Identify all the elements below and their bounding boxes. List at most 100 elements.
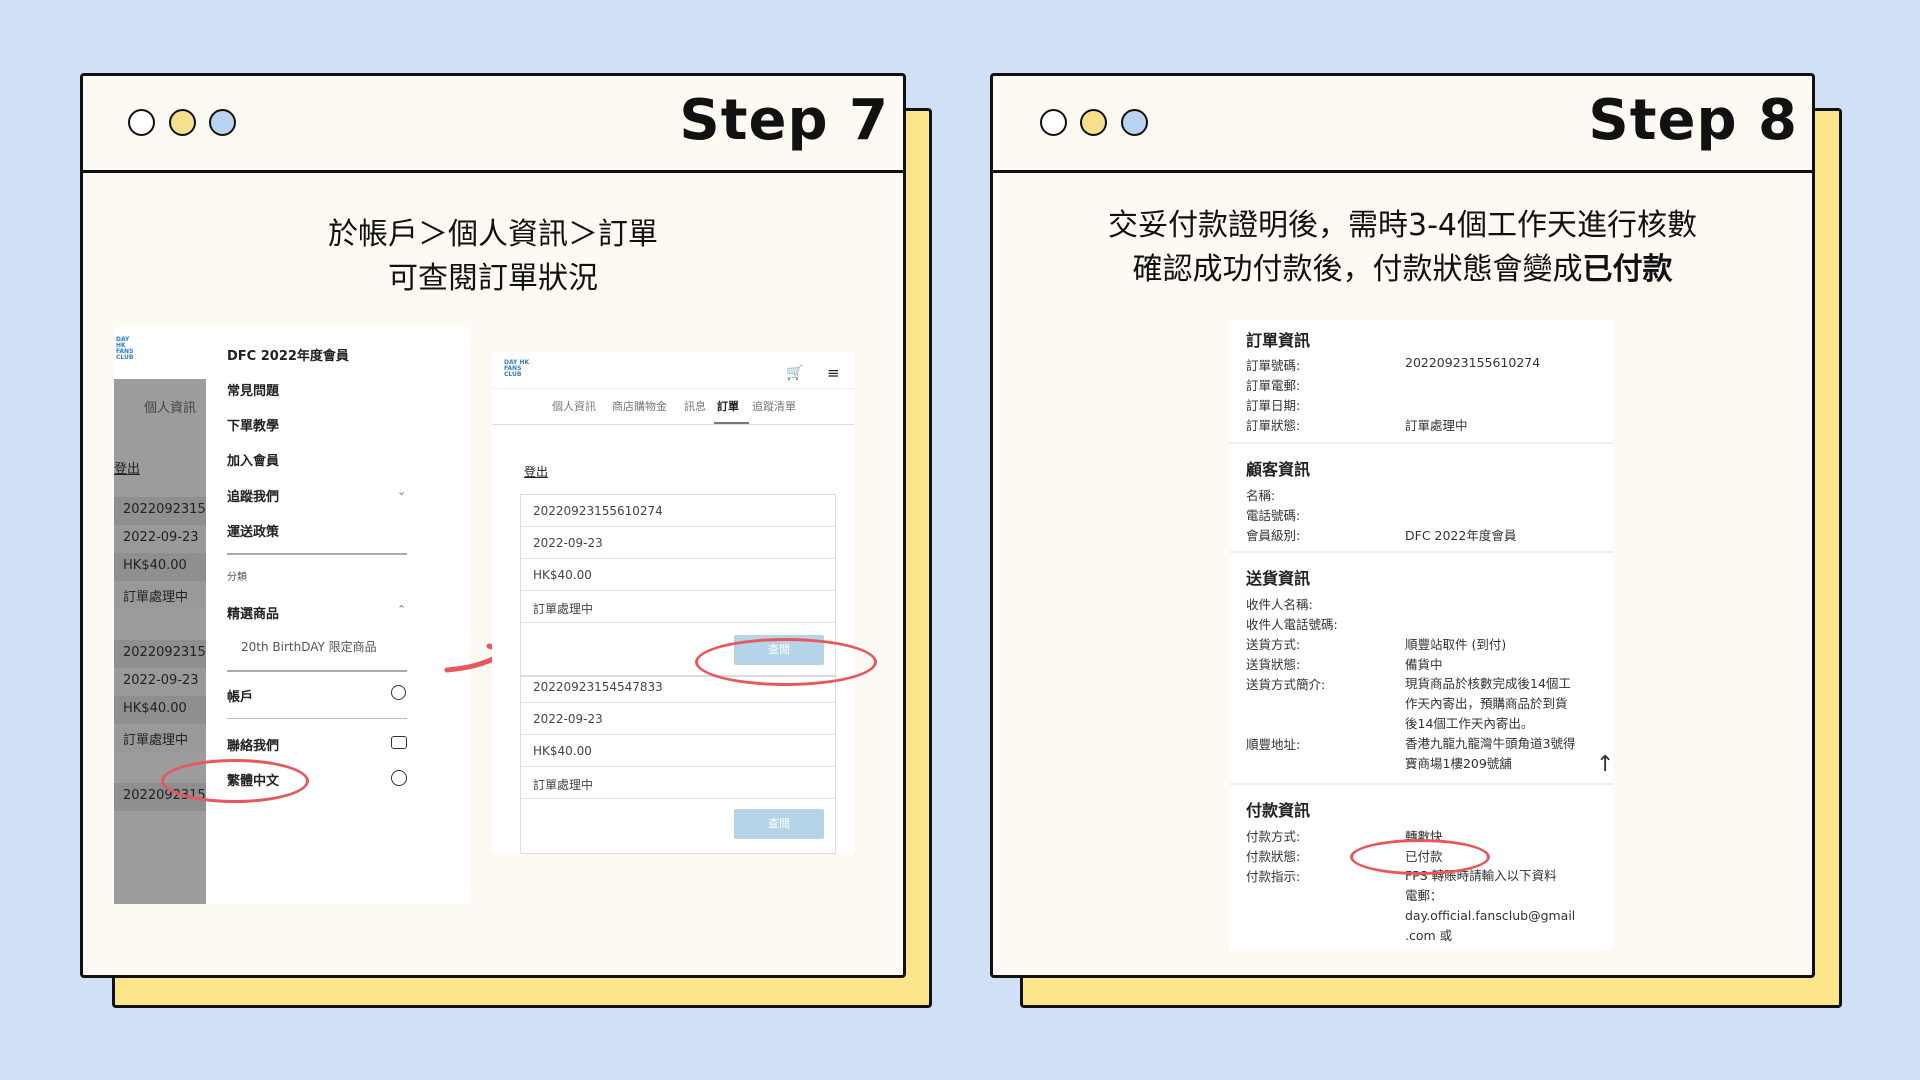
- menu-item-follow[interactable]: 追蹤我們: [227, 486, 279, 505]
- window-dot-blue: [1121, 109, 1148, 136]
- field-label: 付款方式:: [1246, 829, 1301, 844]
- highlight-paid-status-ellipse: [1350, 839, 1490, 875]
- field-value: DFC 2022年度會員: [1405, 528, 1517, 543]
- step8-instruction-line2: 確認成功付款後，付款狀態會變成已付款: [993, 248, 1812, 292]
- menu-item-birthday-products[interactable]: 20th BirthDAY 限定商品: [241, 638, 377, 655]
- window-dot-white: [128, 109, 155, 136]
- step8-title: Step 8: [1588, 88, 1798, 153]
- order-amount: HK$40.00: [521, 559, 835, 591]
- order-status-cell: 訂單處理中: [114, 581, 206, 609]
- chevron-up-icon[interactable]: ⌃: [397, 603, 406, 616]
- tab-messages[interactable]: 訊息: [684, 398, 706, 414]
- user-circle-icon[interactable]: [391, 685, 406, 700]
- order-date-cell: 2022-09-23: [114, 668, 206, 696]
- tab-orders[interactable]: 訂單: [717, 398, 739, 414]
- menu-item-faq[interactable]: 常見問題: [227, 380, 279, 399]
- field-label: 送貨狀態:: [1246, 657, 1301, 672]
- order-number-cell: 20220923155: [114, 497, 206, 525]
- field-label: 電話號碼:: [1246, 508, 1301, 523]
- field-value: 20220923155610274: [1405, 355, 1541, 370]
- field-value: 順豐站取件 (到付): [1405, 637, 1507, 652]
- field-label: 訂單狀態:: [1246, 418, 1301, 433]
- chat-icon[interactable]: [391, 736, 407, 749]
- step8-window-bar: Step 8: [993, 76, 1812, 173]
- order-date: 2022-09-23: [521, 703, 835, 735]
- order-amount-cell: HK$40.00: [114, 553, 206, 581]
- menu-item-join[interactable]: 加入會員: [227, 450, 279, 469]
- payment-info-title: 付款資訊: [1246, 801, 1311, 820]
- logo: DAY HK FANS CLUB: [504, 359, 530, 378]
- instruction-text: 確認成功付款後，付款狀態會變成: [1132, 252, 1583, 287]
- menu-item-account[interactable]: 帳戶: [227, 686, 253, 705]
- step7-instruction-line1: 於帳戶＞個人資訊＞訂單: [328, 217, 658, 252]
- logo: DAY HK FANS CLUB: [116, 336, 134, 361]
- category-label: 分類: [227, 572, 247, 583]
- field-label: 訂單日期:: [1246, 398, 1301, 413]
- field-label: 順豐地址:: [1246, 737, 1301, 752]
- delivery-info-title: 送貨資訊: [1246, 569, 1311, 588]
- order-date: 2022-09-23: [521, 527, 835, 559]
- hamburger-menu-icon[interactable]: ≡: [827, 364, 840, 382]
- order-status-cell: 訂單處理中: [114, 724, 206, 752]
- field-label: 訂單電郵:: [1246, 378, 1301, 393]
- field-label: 訂單號碼:: [1246, 358, 1301, 373]
- step8-instruction-line1: 交妥付款證明後，需時3-4個工作天進行核數: [1108, 208, 1697, 243]
- chevron-down-icon[interactable]: ⌄: [397, 485, 406, 498]
- field-label: 付款狀態:: [1246, 849, 1301, 864]
- menu-item-shipping[interactable]: 運送政策: [227, 521, 279, 540]
- field-value: 現貨商品於核數完成後14個工 作天內寄出，預購商品於到貨 後14個工作天內寄出。: [1405, 676, 1571, 731]
- tab-store-credit[interactable]: 商店購物金: [612, 398, 667, 414]
- divider: [227, 670, 407, 672]
- tab-profile[interactable]: 個人資訊: [552, 398, 596, 414]
- tabs-divider: [492, 424, 854, 425]
- step7-title: Step 7: [679, 88, 889, 153]
- highlight-view-button-ellipse: [695, 638, 877, 686]
- view-order-button[interactable]: 查閱: [734, 809, 824, 839]
- menu-item-tutorial[interactable]: 下單教學: [227, 415, 279, 434]
- order-number: 20220923155610274: [521, 495, 835, 527]
- field-label: 名稱:: [1246, 488, 1276, 503]
- field-value: 備貨中: [1405, 657, 1443, 672]
- field-label: 收件人名稱:: [1246, 597, 1313, 612]
- order-number-cell: 20220923154: [114, 640, 206, 668]
- profile-tab: 個人資訊: [144, 401, 197, 416]
- menu-item-contact[interactable]: 聯絡我們: [227, 735, 279, 754]
- logout-link: 登出: [114, 462, 141, 477]
- field-label: 付款指示:: [1246, 869, 1301, 884]
- menu-screenshot: DAY HK FANS CLUB 個人資訊 登出 20220923155 202…: [114, 327, 470, 904]
- field-value: 訂單處理中: [1405, 418, 1468, 433]
- order-info-title: 訂單資訊: [1246, 331, 1311, 350]
- header-shadow: [492, 388, 854, 389]
- field-label: 送貨方式:: [1246, 637, 1301, 652]
- logout-link[interactable]: 登出: [524, 463, 548, 480]
- globe-icon[interactable]: [391, 770, 407, 786]
- menu-item-membership[interactable]: DFC 2022年度會員: [227, 345, 349, 364]
- orders-screenshot: DAY HK FANS CLUB 🛒 ≡ 個人資訊 商店購物金 訊息 訂單 追蹤…: [492, 352, 854, 854]
- customer-info-title: 顧客資訊: [1246, 460, 1311, 479]
- order-status: 訂單處理中: [521, 767, 835, 799]
- divider: [227, 718, 407, 719]
- section-divider: [1230, 442, 1613, 444]
- section-divider: [1230, 551, 1613, 553]
- order-status: 訂單處理中: [521, 591, 835, 623]
- step7-instruction-line2: 可查閱訂單狀況: [388, 261, 598, 296]
- divider: [227, 553, 407, 555]
- field-value: FPS 轉賬時請輸入以下資料 電郵： day.official.fansclub…: [1405, 868, 1576, 943]
- order-date-cell: 2022-09-23: [114, 525, 206, 553]
- section-divider: [1230, 783, 1613, 785]
- window-dot-white: [1040, 109, 1067, 136]
- tab-wishlist[interactable]: 追蹤清單: [752, 398, 796, 414]
- menu-item-featured[interactable]: 精選商品: [227, 603, 279, 622]
- window-dot-yellow: [169, 109, 196, 136]
- paid-status-emphasis: 已付款: [1582, 252, 1673, 287]
- scroll-up-arrow-icon[interactable]: ↑: [1596, 752, 1613, 777]
- window-dot-yellow: [1080, 109, 1107, 136]
- cart-icon[interactable]: 🛒: [786, 365, 803, 381]
- step8-card: Step 8 交妥付款證明後，需時3-4個工作天進行核數 確認成功付款後，付款狀…: [990, 73, 1815, 978]
- order-amount: HK$40.00: [521, 735, 835, 767]
- field-label: 會員級別:: [1246, 528, 1301, 543]
- step7-window-bar: Step 7: [83, 76, 903, 173]
- field-label: 收件人電話號碼:: [1246, 617, 1338, 632]
- order-amount-cell: HK$40.00: [114, 696, 206, 724]
- step7-card: Step 7 於帳戶＞個人資訊＞訂單 可查閱訂單狀況 DAY HK FANS C…: [80, 73, 906, 978]
